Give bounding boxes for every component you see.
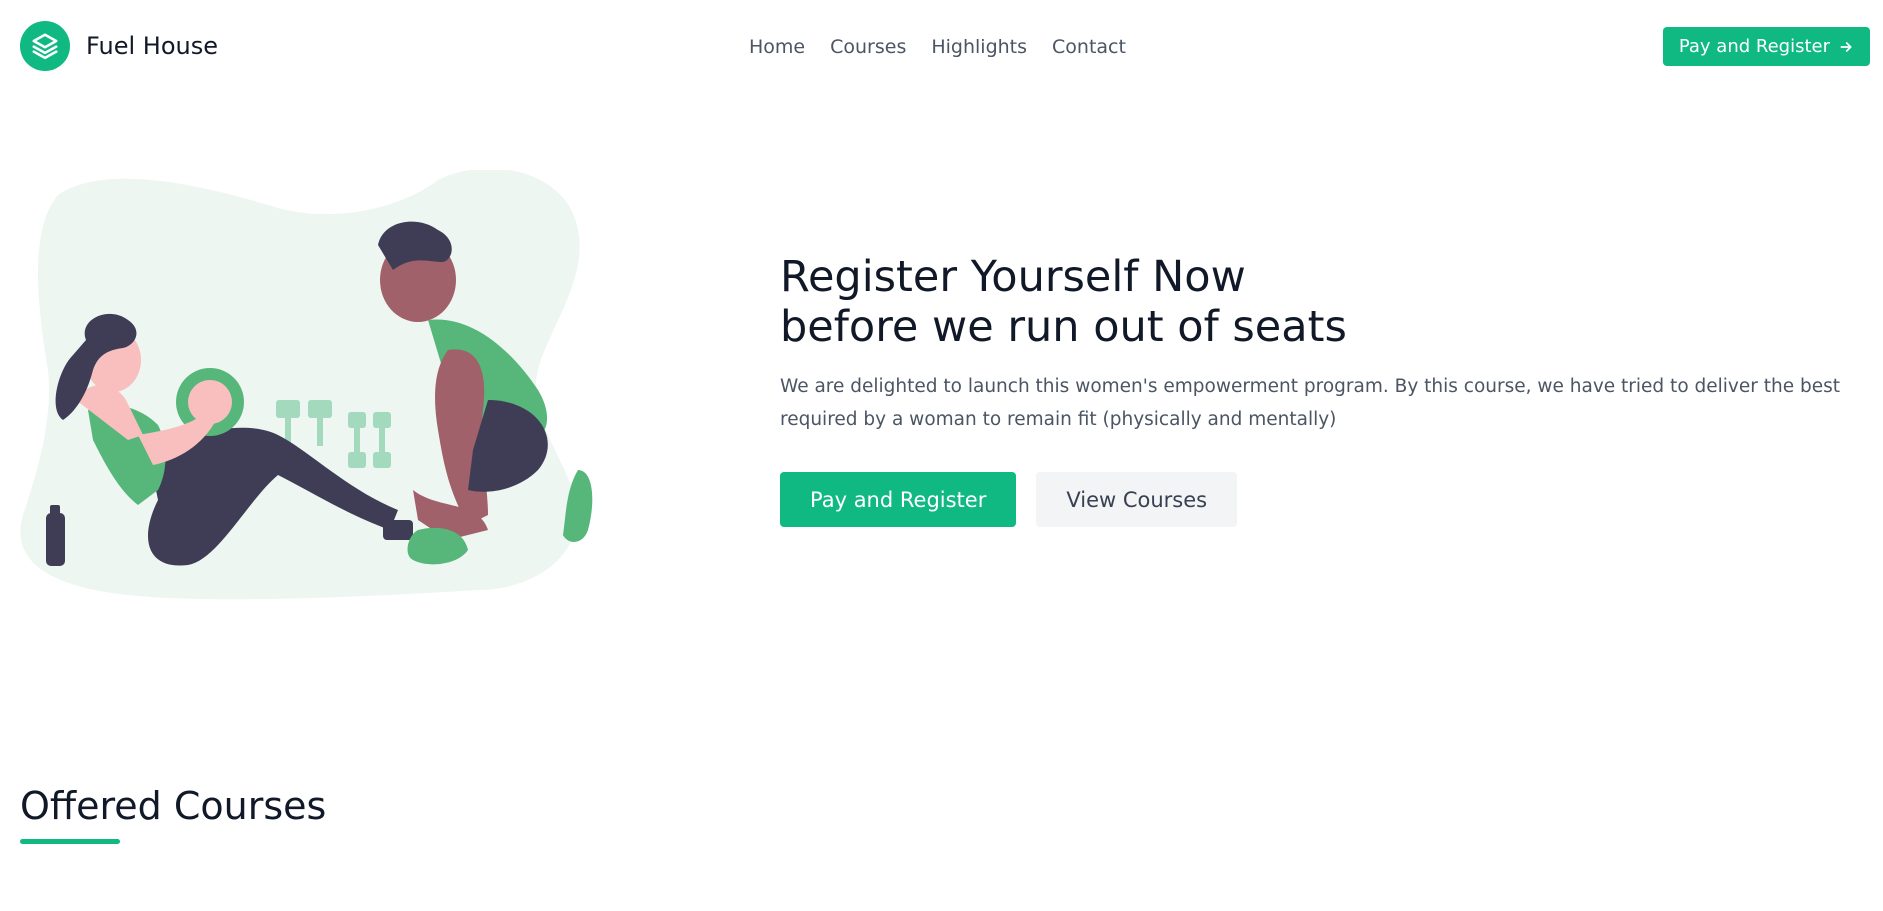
- main-nav: Home Courses Highlights Contact: [749, 36, 1126, 58]
- header-cta-label: Pay and Register: [1678, 36, 1830, 57]
- section-title: Offered Courses: [20, 784, 327, 828]
- brand[interactable]: Fuel House: [20, 21, 218, 71]
- hero-buttons: Pay and Register View Courses: [780, 472, 1870, 527]
- section-underline: [20, 839, 120, 844]
- arrow-right-icon: [1840, 41, 1852, 52]
- hero-content: Register Yourself Now before we run out …: [780, 252, 1870, 527]
- brand-name: Fuel House: [86, 32, 218, 60]
- nav-item-home[interactable]: Home: [749, 36, 805, 58]
- hero-description: We are delighted to launch this women's …: [780, 376, 1840, 430]
- nav-item-highlights[interactable]: Highlights: [931, 36, 1027, 58]
- hero-title: Register Yourself Now before we run out …: [780, 252, 1870, 352]
- pay-register-button[interactable]: Pay and Register: [780, 472, 1017, 527]
- view-courses-button[interactable]: View Courses: [1036, 472, 1238, 527]
- nav-item-courses[interactable]: Courses: [830, 36, 906, 58]
- fitness-illustration: [20, 170, 593, 600]
- layers-icon: [20, 21, 70, 71]
- hero-title-line1: Register Yourself Now: [780, 252, 1246, 302]
- site-header: Fuel House Home Courses Highlights Conta…: [0, 0, 1883, 94]
- water-bottle: [46, 505, 65, 566]
- header-pay-register-button[interactable]: Pay and Register: [1662, 27, 1870, 66]
- hero-title-line2: before we run out of seats: [780, 302, 1347, 352]
- nav-item-contact[interactable]: Contact: [1052, 36, 1126, 58]
